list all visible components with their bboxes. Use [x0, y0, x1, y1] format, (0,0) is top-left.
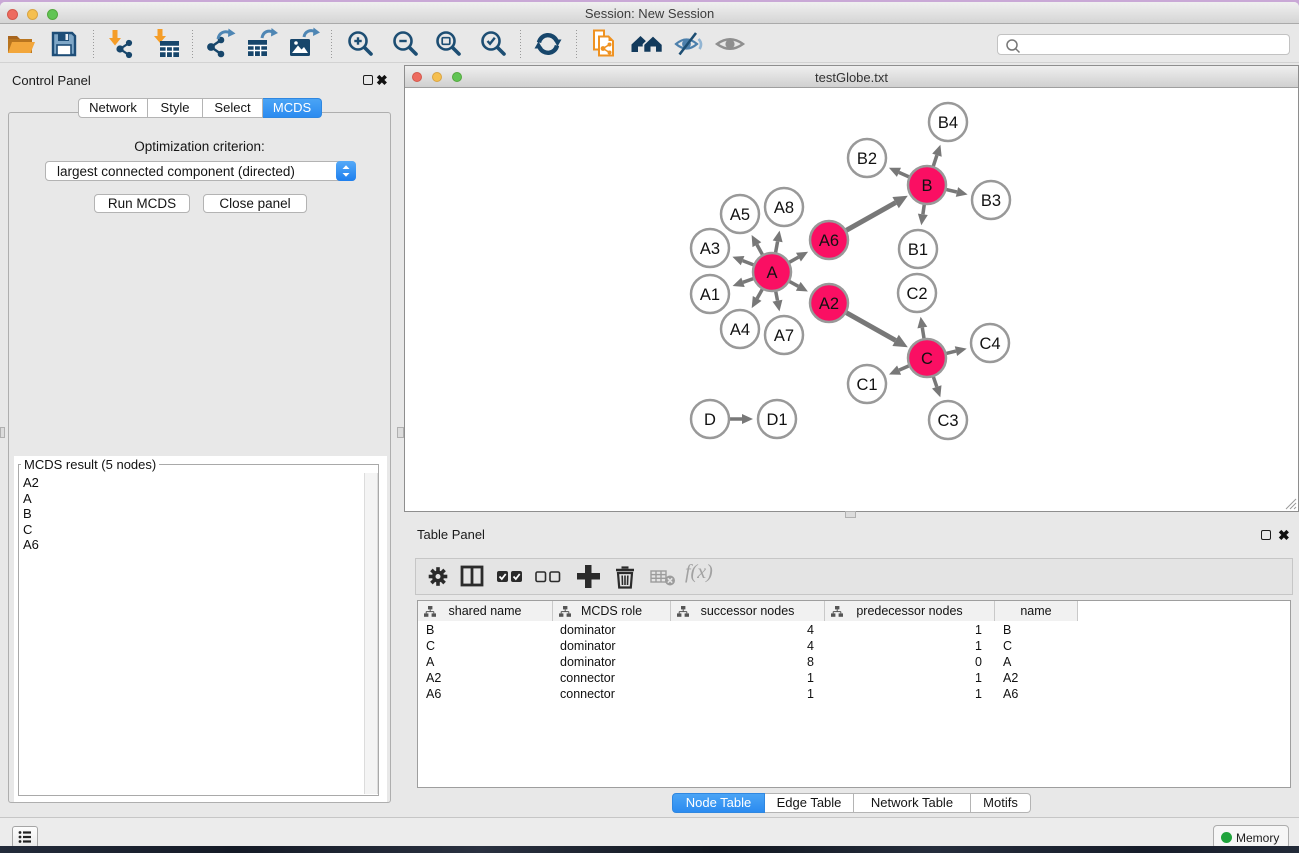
svg-text:A7: A7	[774, 327, 794, 345]
svg-text:D1: D1	[766, 411, 787, 429]
svg-text:A3: A3	[700, 240, 720, 258]
svg-text:B4: B4	[938, 114, 958, 132]
svg-text:A6: A6	[819, 232, 839, 250]
svg-text:B3: B3	[981, 192, 1001, 210]
svg-text:C: C	[921, 350, 933, 368]
svg-text:A4: A4	[730, 321, 750, 339]
svg-text:C4: C4	[979, 335, 1000, 353]
svg-text:A2: A2	[819, 295, 839, 313]
svg-text:A8: A8	[774, 199, 794, 217]
svg-text:B1: B1	[908, 241, 928, 259]
svg-text:D: D	[704, 411, 716, 429]
svg-text:A1: A1	[700, 286, 720, 304]
svg-text:B2: B2	[857, 150, 877, 168]
svg-text:A5: A5	[730, 206, 750, 224]
svg-text:C1: C1	[856, 376, 877, 394]
svg-text:A: A	[766, 264, 777, 282]
svg-text:B: B	[921, 177, 932, 195]
svg-text:C3: C3	[937, 412, 958, 430]
svg-text:C2: C2	[906, 285, 927, 303]
